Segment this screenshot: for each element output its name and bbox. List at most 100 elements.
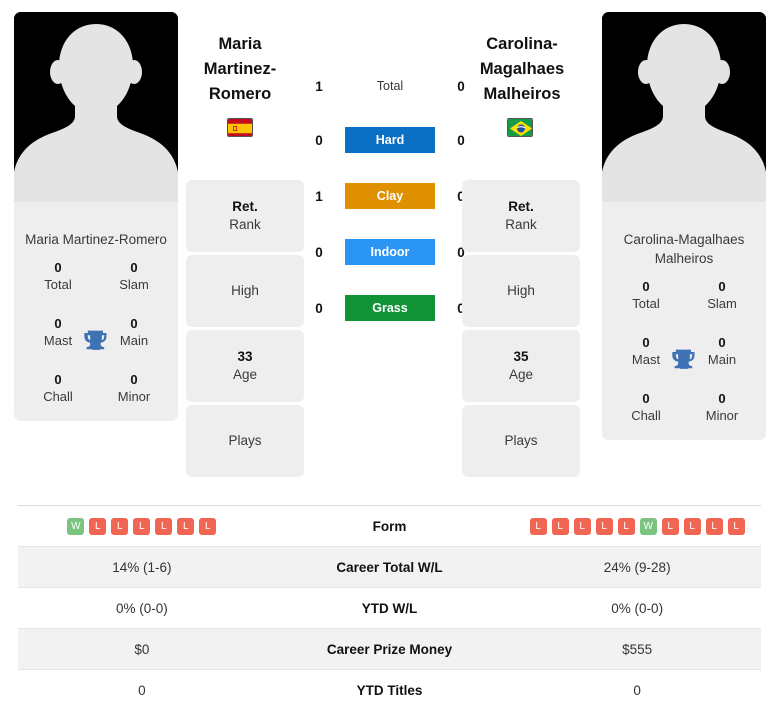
table-cell-left: 0% (0-0) [115,600,168,616]
player-photo-left [14,12,178,216]
h2h-score-left: 1 [315,188,323,204]
player-card-right[interactable]: Carolina-Magalhaes Malheiros 0 Total 0 S… [602,12,766,440]
info-card-value: 35 [513,349,529,364]
title-stat-label: Minor [117,389,151,404]
h2h-row-grass[interactable]: 0 Grass 0 [300,280,480,336]
h2h-row-total[interactable]: 1 Total 0 [300,60,480,112]
form-badges-right: LLLLLWLLLL [513,517,761,535]
form-badge-win: W [67,517,85,535]
h2h-row-indoor[interactable]: 0 Indoor 0 [300,224,480,280]
es-flag-icon [227,118,253,137]
info-card-high[interactable]: High [186,255,304,327]
info-card-rank[interactable]: Ret. Rank [186,180,304,252]
player-name-heading-left[interactable]: Maria Martinez- Romero [170,32,310,107]
title-stat: 0 Slam [96,259,172,293]
info-card-label: Age [508,367,534,382]
title-stat-value: 0 [130,260,138,275]
form-badge-loss: L [199,517,217,535]
player-name-line: Maria [218,35,262,53]
h2h-row-clay[interactable]: 1 Clay 0 [300,168,480,224]
title-stat-label: Chall [631,408,661,423]
info-card-age[interactable]: 35 Age [462,330,580,402]
comparison-stats-table: WLLLLLL Form LLLLLWLLLL 14% (1-6) Career… [18,505,761,711]
trophy-icon [672,349,695,369]
title-stat-value: 0 [718,279,726,294]
form-badge-loss: L [683,517,701,535]
player-comparison-page: Maria Martinez- Romero 0 Total 0 Slam 0 M… [0,0,779,719]
h2h-score-left: 0 [315,300,323,316]
trophy-icon [84,330,107,350]
br-flag-icon [507,118,533,137]
form-badge-loss: L [529,517,547,535]
info-card-high[interactable]: High [462,255,580,327]
form-badge-loss: L [661,517,679,535]
title-stat-label: Minor [705,408,739,423]
info-card-label: Rank [229,217,261,232]
h2h-surface-label: Total [376,79,404,93]
h2h-surface-bars: 1 Total 0 0 Hard 0 1 Clay 0 0 Indoor 0 0 [300,60,480,336]
title-stat: 0 Minor [96,371,172,405]
table-cell-left: $0 [134,641,150,657]
title-stat-label: Total [632,296,660,311]
title-stat: 0 Minor [684,390,760,424]
h2h-row-hard[interactable]: 0 Hard 0 [300,112,480,168]
h2h-surface-label: Hard [345,127,435,153]
titles-grid-left: 0 Total 0 Slam 0 Mast 0 Main 0 Chall 0 M… [14,259,178,421]
form-badge-loss: L [89,517,107,535]
title-stat-value: 0 [54,260,62,275]
info-card-label: High [507,283,535,298]
title-stat-value: 0 [642,279,650,294]
form-badge-loss: L [573,517,591,535]
player-name-line: Carolina- [486,35,558,53]
form-badge-loss: L [111,517,129,535]
title-stat: 0 Total [608,278,684,312]
info-card-label: Plays [228,433,262,448]
info-card-value: Ret. [232,199,258,214]
player-placeholder-avatar-icon [14,12,178,216]
h2h-surface-label: Grass [345,295,435,321]
h2h-score-left: 1 [315,78,323,94]
title-stat: 0 Chall [20,371,96,405]
info-card-value: Ret. [508,199,534,214]
info-card-age[interactable]: 33 Age [186,330,304,402]
table-row: $0 Career Prize Money $555 [18,629,761,670]
title-stat-label: Chall [43,389,73,404]
player-info-column-right: Ret. Rank High 35 Age Plays [462,180,580,477]
form-badge-loss: L [177,517,195,535]
table-row: WLLLLLL Form LLLLLWLLLL [18,506,761,547]
table-row: 0 YTD Titles 0 [18,670,761,711]
title-stat: 0 Chall [608,390,684,424]
info-card-plays[interactable]: Plays [462,405,580,477]
title-stat-label: Slam [707,296,737,311]
form-badge-loss: L [727,517,745,535]
table-row-label: YTD Titles [356,683,423,698]
h2h-score-right: 0 [457,78,465,94]
form-badges-left: WLLLLLL [18,517,266,535]
player-photo-right [602,12,766,216]
player-name-line: Romero [208,85,272,103]
title-stat: 0 Slam [684,278,760,312]
table-cell-right: 0% (0-0) [611,600,664,616]
h2h-score-left: 0 [315,244,323,260]
player-card-left[interactable]: Maria Martinez-Romero 0 Total 0 Slam 0 M… [14,12,178,421]
title-stat-label: Total [44,277,72,292]
h2h-score-right: 0 [457,132,465,148]
form-badge-loss: L [617,517,635,535]
form-cell-right: LLLLLWLLLL [513,517,761,535]
titles-grid-right: 0 Total 0 Slam 0 Mast 0 Main 0 Chall 0 M… [602,278,766,440]
table-row-label: YTD W/L [361,600,418,616]
info-card-plays[interactable]: Plays [186,405,304,477]
info-card-label: Rank [505,217,537,232]
table-row-label: Form [372,518,407,534]
table-cell-left: 14% (1-6) [112,559,172,575]
table-row-label: Career Total W/L [336,559,443,575]
h2h-score-left: 0 [315,132,323,148]
info-card-label: High [231,283,259,298]
table-row-label: Career Prize Money [326,641,453,657]
table-cell-right: 24% (9-28) [603,559,671,575]
table-row: 0% (0-0) YTD W/L 0% (0-0) [18,588,761,629]
info-card-rank[interactable]: Ret. Rank [462,180,580,252]
player-name-line: Martinez- [203,60,277,78]
form-badge-loss: L [133,517,151,535]
title-stat: 0 Total [20,259,96,293]
